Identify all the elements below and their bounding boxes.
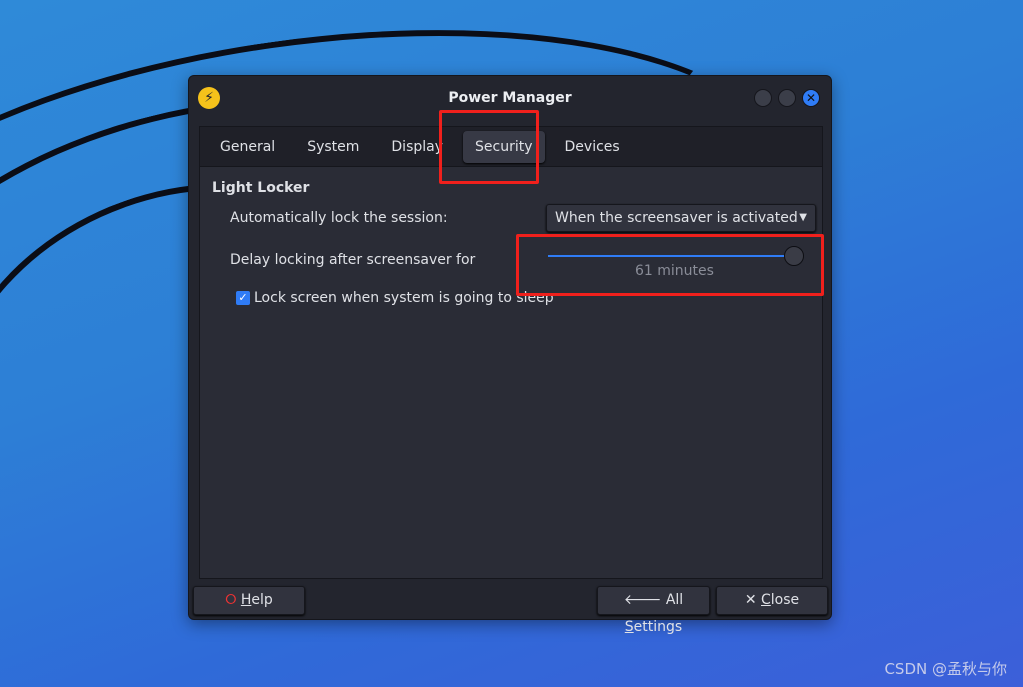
arrow-left-icon: 🡐 [623,592,662,608]
mnemonic: H [240,592,252,608]
section-title: Light Locker [212,180,310,196]
label: elp [251,592,273,608]
chevron-down-icon: ▼ [799,212,807,223]
label: All [665,592,684,608]
tab-system[interactable]: System [295,131,371,163]
close-window-button[interactable]: ✕ [802,89,820,107]
delay-label: Delay locking after screensaver for [230,252,476,268]
highlight-box [439,110,539,184]
maximize-button[interactable] [778,89,796,107]
all-settings-button[interactable]: 🡐 All Settings [597,586,710,635]
auto-lock-value: When the screensaver is activated [555,210,798,226]
watermark: CSDN @孟秋与你 [884,660,1007,678]
sleep-lock-label[interactable]: Lock screen when system is going to slee… [254,290,554,306]
minimize-button[interactable] [754,89,772,107]
label: ettings [633,619,683,635]
tab-devices[interactable]: Devices [553,131,632,163]
label: lose [770,592,800,608]
close-icon: ✕ [744,592,757,608]
highlight-box [516,234,824,296]
auto-lock-dropdown[interactable]: When the screensaver is activated ▼ [546,204,816,232]
mnemonic: S [624,619,634,635]
close-button[interactable]: ✕ Close [716,586,828,615]
tab-general[interactable]: General [208,131,287,163]
auto-lock-label: Automatically lock the session: [230,210,448,226]
lifebuoy-icon: ⭘ [225,592,237,608]
sleep-lock-checkbox[interactable]: ✓ [236,291,250,305]
mnemonic: C [761,592,771,608]
notebook: General System Display Security Devices … [199,126,823,579]
help-button[interactable]: ⭘ Help [193,586,305,615]
